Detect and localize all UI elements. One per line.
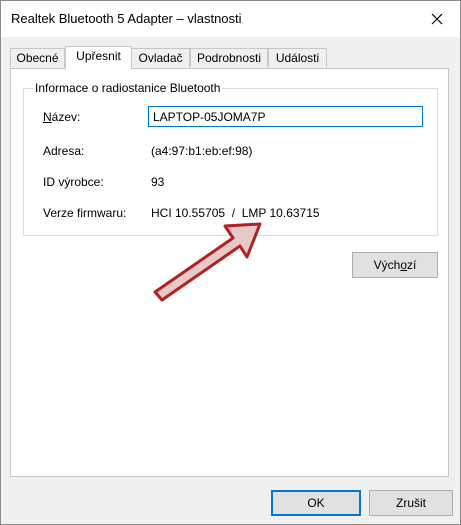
manufacturer-value: 93 [151,175,165,189]
tab-advanced[interactable]: Upřesnit [65,46,132,69]
ok-button[interactable]: OK [271,490,361,516]
manufacturer-label: ID výrobce: [43,175,104,189]
tab-events-label: Události [275,51,320,65]
tab-driver[interactable]: Ovladač [131,48,190,67]
tab-driver-label: Ovladač [138,51,183,65]
address-value: (a4:97:b1:eb:ef:98) [151,144,253,158]
tab-general-label: Obecné [16,51,59,65]
tab-details[interactable]: Podrobnosti [190,48,268,67]
cancel-button[interactable]: Zrušit [369,490,453,516]
name-label: Název: [43,110,80,124]
tab-details-label: Podrobnosti [196,51,262,65]
name-label-accesskey: N [43,110,52,124]
tab-advanced-label: Upřesnit [76,49,121,63]
firmware-label: Verze firmwaru: [43,206,127,220]
default-label-b: zí [407,258,417,272]
name-label-rest: ázev: [51,110,81,124]
title-bar: Realtek Bluetooth 5 Adapter – vlastnosti [1,1,460,37]
name-input[interactable] [148,106,423,127]
window-title: Realtek Bluetooth 5 Adapter – vlastnosti [11,11,242,26]
close-button[interactable] [414,1,460,37]
default-label-accesskey: o [400,258,408,272]
tab-events[interactable]: Události [268,48,327,67]
close-icon [431,13,443,25]
tab-general[interactable]: Obecné [10,48,65,67]
default-label-a: Vých [373,258,401,272]
group-title: Informace o radiostanice Bluetooth [33,81,223,95]
address-label: Adresa: [43,144,85,158]
firmware-value: HCI 10.55705 / LMP 10.63715 [151,206,320,220]
default-button[interactable]: Výchozí [352,252,438,278]
